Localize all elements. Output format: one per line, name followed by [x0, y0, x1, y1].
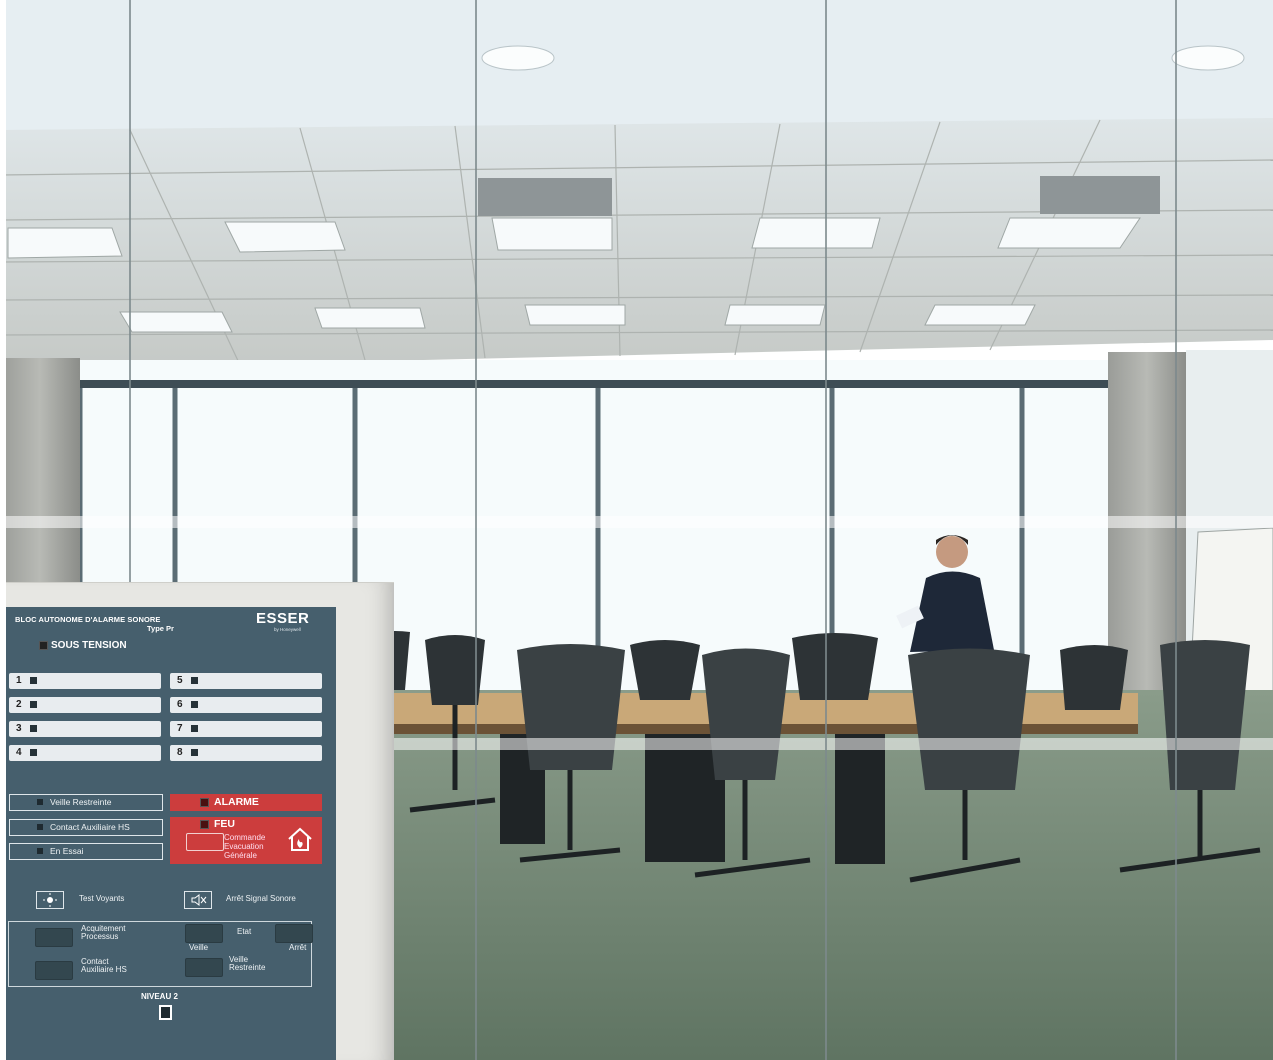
silence-button[interactable] — [184, 891, 212, 909]
fire-label: FEU — [214, 818, 235, 830]
zone-3: 3 — [9, 721, 161, 737]
ceiling-vent — [478, 178, 612, 216]
power-led — [39, 641, 48, 650]
arret-button[interactable] — [275, 924, 313, 943]
zone-led — [30, 677, 37, 684]
aux-button[interactable] — [35, 961, 73, 980]
zone-led — [191, 749, 198, 756]
panel-type: Type Pr — [147, 624, 174, 633]
key-switch[interactable] — [159, 1005, 172, 1020]
fire-section: FEU Commande Evacuation Générale — [170, 817, 322, 864]
ceiling-vent — [1040, 176, 1160, 214]
zone-2: 2 — [9, 697, 161, 713]
brand-sub: by Honeywell — [274, 627, 301, 632]
brand-logo: ESSER — [256, 610, 310, 627]
level-label: NIVEAU 2 — [141, 992, 178, 1001]
office-photo: BLOC AUTONOME D'ALARME SONORE Type Pr ES… — [0, 0, 1273, 1060]
ack-button[interactable] — [35, 928, 73, 947]
zone-1: 1 — [9, 673, 161, 689]
evacuation-button[interactable] — [186, 833, 224, 851]
upper-wall — [0, 0, 1273, 130]
etat-label: Etat — [237, 927, 252, 936]
power-label: SOUS TENSION — [51, 640, 127, 651]
zone-led — [191, 725, 198, 732]
status-led — [37, 799, 43, 805]
zone-led — [30, 749, 37, 756]
zone-led — [191, 677, 198, 684]
frosted-band — [0, 516, 1273, 528]
window-header — [0, 380, 1273, 388]
panel-title: BLOC AUTONOME D'ALARME SONORE — [15, 615, 161, 624]
level-2-controls: Acquitement Processus Contact Auxiliaire… — [8, 921, 313, 987]
speaker-mute-icon — [191, 894, 207, 906]
status-led — [37, 848, 43, 854]
test-leds-label: Test Voyants — [79, 894, 125, 903]
ceiling-light — [481, 45, 555, 71]
status-veille-restreinte: Veille Restreinte — [9, 794, 163, 811]
alarm-indicator: ALARME — [170, 794, 322, 811]
ceiling-light — [1171, 45, 1245, 71]
zone-8: 8 — [170, 745, 322, 761]
zone-led — [30, 701, 37, 708]
veille-restreinte-button[interactable] — [185, 958, 223, 977]
status-en-essai: En Essai — [9, 843, 163, 860]
zone-6: 6 — [170, 697, 322, 713]
zone-7: 7 — [170, 721, 322, 737]
zone-5: 5 — [170, 673, 322, 689]
status-contact-auxiliaire: Contact Auxiliaire HS — [9, 819, 163, 836]
lamp-icon — [43, 893, 57, 907]
zone-4: 4 — [9, 745, 161, 761]
fire-house-icon — [288, 827, 312, 851]
zone-led — [191, 701, 198, 708]
control-panel: BLOC AUTONOME D'ALARME SONORE Type Pr ES… — [6, 607, 336, 1060]
veille-button[interactable] — [185, 924, 223, 943]
alarm-panel-device: BLOC AUTONOME D'ALARME SONORE Type Pr ES… — [6, 582, 394, 1060]
silence-label: Arrêt Signal Sonore — [226, 894, 296, 903]
status-led — [37, 824, 43, 830]
zone-led — [30, 725, 37, 732]
test-leds-button[interactable] — [36, 891, 64, 909]
